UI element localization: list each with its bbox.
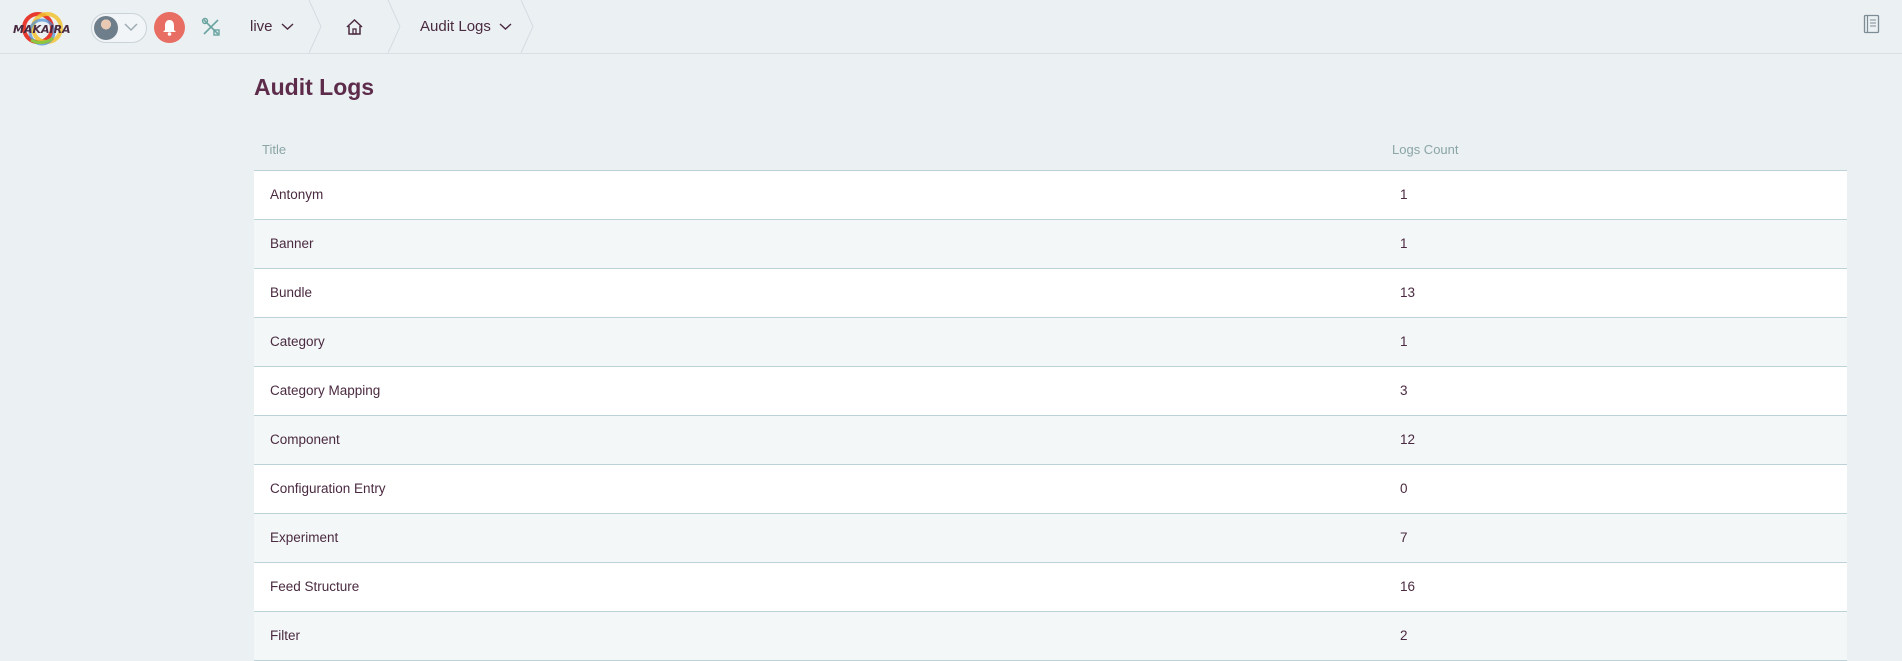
row-title: Category Mapping xyxy=(270,383,381,398)
row-title: Banner xyxy=(270,236,314,251)
table-row[interactable]: Configuration Entry 0 xyxy=(254,465,1847,514)
row-logs-count: 13 xyxy=(1400,285,1416,300)
breadcrumb-audit-logs[interactable]: Audit Logs xyxy=(420,0,512,53)
table-row[interactable]: Filter 2 xyxy=(254,612,1847,661)
row-title: Experiment xyxy=(270,530,339,545)
row-logs-count: 0 xyxy=(1400,481,1408,496)
table-row[interactable]: Banner 1 xyxy=(254,220,1847,269)
column-header-logs-count[interactable]: Logs Count xyxy=(1392,142,1459,157)
table-row[interactable]: Feed Structure 16 xyxy=(254,563,1847,612)
row-title: Configuration Entry xyxy=(270,481,386,496)
table-header: Title Logs Count xyxy=(254,130,1847,171)
breadcrumb-separator xyxy=(520,0,534,53)
svg-text:MAKAIRA: MAKAIRA xyxy=(13,23,71,36)
home-icon xyxy=(346,18,363,35)
row-title: Filter xyxy=(270,628,300,643)
table-body: Antonym 1 Banner 1 Bundle 13 Category 1 … xyxy=(254,171,1847,661)
audit-logs-table: Title Logs Count Antonym 1 Banner 1 Bund… xyxy=(254,130,1847,661)
table-row[interactable]: Category 1 xyxy=(254,318,1847,367)
breadcrumb-label: Audit Logs xyxy=(420,18,491,35)
chevron-down-icon xyxy=(281,23,293,30)
row-title: Feed Structure xyxy=(270,579,360,594)
user-menu[interactable] xyxy=(91,13,147,43)
notifications-button[interactable] xyxy=(154,12,185,43)
page-title: Audit Logs xyxy=(254,74,375,100)
table-row[interactable]: Bundle 13 xyxy=(254,269,1847,318)
row-logs-count: 2 xyxy=(1400,628,1408,643)
row-logs-count: 7 xyxy=(1400,530,1408,545)
chevron-down-icon xyxy=(124,23,138,32)
table-row[interactable]: Experiment 7 xyxy=(254,514,1847,563)
top-navigation-bar: MAKAIRA live Audit Logs xyxy=(0,0,1902,54)
breadcrumb-home[interactable] xyxy=(345,0,364,53)
user-avatar xyxy=(94,16,118,40)
environment-label: live xyxy=(250,18,273,35)
book-icon[interactable] xyxy=(1863,14,1880,34)
row-title: Bundle xyxy=(270,285,313,300)
column-header-title[interactable]: Title xyxy=(262,142,286,157)
makaira-logo[interactable]: MAKAIRA xyxy=(11,10,73,46)
row-title: Category xyxy=(270,334,325,349)
row-logs-count: 1 xyxy=(1400,187,1408,202)
row-logs-count: 16 xyxy=(1400,579,1416,594)
row-title: Antonym xyxy=(270,187,324,202)
table-row[interactable]: Antonym 1 xyxy=(254,171,1847,220)
breadcrumb-separator xyxy=(308,0,322,53)
row-logs-count: 1 xyxy=(1400,334,1408,349)
tools-icon[interactable] xyxy=(201,17,221,37)
table-row[interactable]: Category Mapping 3 xyxy=(254,367,1847,416)
row-title: Component xyxy=(270,432,340,447)
bell-icon xyxy=(163,20,176,36)
table-row[interactable]: Component 12 xyxy=(254,416,1847,465)
row-logs-count: 1 xyxy=(1400,236,1408,251)
row-logs-count: 3 xyxy=(1400,383,1408,398)
row-logs-count: 12 xyxy=(1400,432,1416,447)
breadcrumb-separator xyxy=(387,0,401,53)
environment-selector[interactable]: live xyxy=(250,0,294,53)
chevron-down-icon xyxy=(499,23,512,30)
